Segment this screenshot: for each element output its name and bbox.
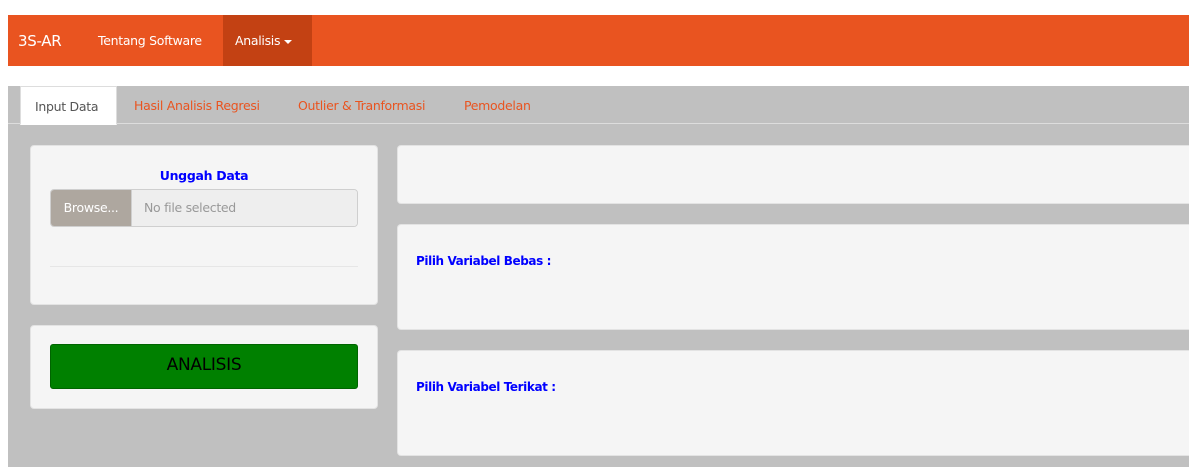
nav-analisis-label: Analisis: [235, 33, 281, 48]
variabel-bebas-label: Pilih Variabel Bebas :: [416, 254, 552, 268]
top-navbar: 3S-AR Tentang Software Analisis: [8, 15, 1189, 66]
main-content: Input Data Hasil Analisis Regresi Outlie…: [8, 86, 1189, 467]
tab-hasil-analisis-regresi[interactable]: Hasil Analisis Regresi: [120, 86, 274, 124]
analyze-panel: ANALISIS: [30, 325, 378, 409]
browse-button[interactable]: Browse...: [51, 190, 131, 226]
output-panel: [397, 145, 1189, 204]
caret-down-icon: [284, 39, 293, 44]
analisis-button[interactable]: ANALISIS: [50, 344, 358, 389]
upload-panel: Unggah Data Browse... No file selected: [30, 145, 378, 305]
variabel-terikat-panel: Pilih Variabel Terikat :: [397, 350, 1189, 456]
upload-title: Unggah Data: [159, 168, 249, 183]
upload-progress-divider: [50, 266, 358, 267]
tab-outlier-tranformasi[interactable]: Outlier & Tranformasi: [284, 86, 439, 124]
brand-logo[interactable]: 3S-AR: [18, 32, 62, 50]
file-name-field[interactable]: No file selected: [131, 190, 357, 226]
nav-tentang-software[interactable]: Tentang Software: [86, 15, 214, 66]
tab-bar: Input Data Hasil Analisis Regresi Outlie…: [8, 86, 1189, 125]
tab-pemodelan[interactable]: Pemodelan: [450, 86, 545, 124]
variabel-terikat-label: Pilih Variabel Terikat :: [416, 380, 556, 394]
nav-analisis-dropdown[interactable]: Analisis: [223, 15, 312, 66]
tab-input-data[interactable]: Input Data: [20, 86, 117, 125]
variabel-bebas-panel: Pilih Variabel Bebas :: [397, 224, 1189, 330]
file-input-group[interactable]: Browse... No file selected: [50, 189, 358, 227]
